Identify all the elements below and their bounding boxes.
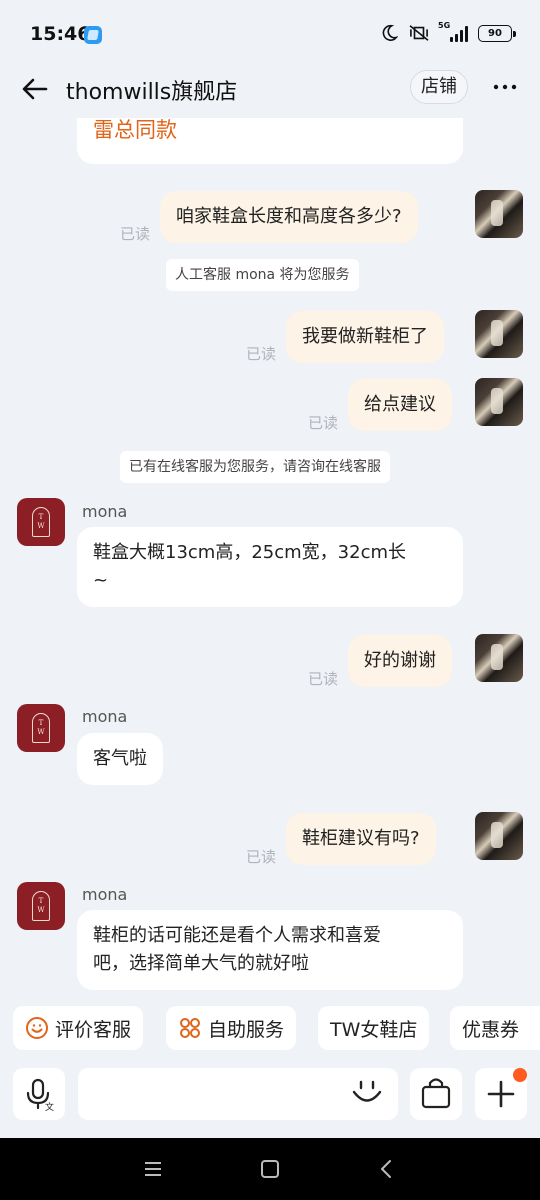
shop-avatar[interactable]: TW [17, 498, 65, 546]
more-icon[interactable] [492, 74, 518, 100]
message-bubble-outgoing[interactable]: 给点建议 [348, 379, 452, 431]
message-text: 好的谢谢 [364, 650, 436, 671]
home-icon[interactable] [259, 1158, 281, 1180]
message-bubble-outgoing[interactable]: 好的谢谢 [348, 635, 452, 687]
chat-message-list[interactable]: 雷总同款 已读 咱家鞋盒长度和高度各多少? 人工客服 mona 将为您服务 已读… [0, 118, 540, 998]
moon-icon [382, 24, 398, 41]
shop-avatar[interactable]: TW [17, 882, 65, 930]
chip-label: 评价客服 [55, 1018, 132, 1041]
shop-logo-icon: TW [32, 891, 50, 921]
user-avatar[interactable] [475, 310, 523, 358]
chip-label: TW女鞋店 [330, 1018, 418, 1041]
page-title: thomwills旗舰店 [66, 80, 238, 105]
self-service-icon [180, 1018, 200, 1038]
emoji-icon[interactable] [350, 1078, 384, 1110]
shopping-bag-icon [421, 1078, 451, 1109]
chip-label: 优惠券 [462, 1018, 520, 1041]
user-avatar[interactable] [475, 378, 523, 426]
svg-text:文: 文 [45, 1101, 54, 1113]
chat-header: thomwills旗舰店 店铺 [0, 64, 540, 118]
app-notification-icon [84, 26, 102, 44]
status-time: 15:46 [30, 23, 91, 45]
status-bar: 15:46 5G 90 [0, 0, 540, 64]
message-text-line: 鞋柜的话可能还是看个人需求和喜爱 [93, 925, 381, 946]
read-status: 已读 [246, 848, 277, 866]
sender-name: mona [82, 502, 128, 521]
chip-label: 自助服务 [208, 1018, 285, 1041]
shop-button[interactable]: 店铺 [410, 70, 468, 104]
network-label: 5G [438, 21, 451, 30]
user-avatar[interactable] [475, 634, 523, 682]
user-avatar[interactable] [475, 812, 523, 860]
vibrate-mute-icon [409, 25, 429, 41]
message-bubble-outgoing[interactable]: 我要做新鞋柜了 [286, 311, 444, 363]
shop-avatar[interactable]: TW [17, 704, 65, 752]
battery-level: 90 [488, 27, 502, 39]
sender-name: mona [82, 707, 128, 726]
system-notice: 已有在线客服为您服务，请咨询在线客服 [120, 451, 390, 483]
message-text-line: 吧，选择简单大气的就好啦 [93, 953, 309, 974]
status-icons: 5G 90 [380, 21, 516, 42]
coupon-button[interactable]: 优惠券 [450, 1006, 540, 1050]
shopping-bag-button[interactable] [410, 1068, 462, 1120]
message-text: 鞋柜建议有吗? [302, 828, 420, 849]
message-bubble-incoming[interactable]: 客气啦 [77, 733, 163, 785]
signal-icon: 5G [438, 21, 468, 42]
input-bar: 文 [0, 1066, 540, 1122]
message-text: 客气啦 [93, 748, 147, 769]
back-arrow-icon[interactable] [18, 72, 52, 106]
self-service-button[interactable]: 自助服务 [166, 1006, 297, 1050]
quick-action-bar: 评价客服 自助服务 TW女鞋店 优惠券 [0, 1006, 540, 1052]
read-status: 已读 [308, 670, 339, 688]
voice-input-button[interactable]: 文 [13, 1068, 65, 1120]
message-bubble-outgoing[interactable]: 鞋柜建议有吗? [286, 813, 436, 865]
user-avatar[interactable] [475, 190, 523, 238]
smile-icon [26, 1017, 48, 1039]
message-text-line: 鞋盒大概13cm高，25cm宽，32cm长 [93, 542, 407, 563]
message-bubble-outgoing[interactable]: 咱家鞋盒长度和高度各多少? [160, 191, 418, 243]
voice-translate-icon: 文 [26, 1078, 54, 1113]
nav-back-icon[interactable] [376, 1158, 398, 1180]
sender-name: mona [82, 885, 128, 904]
message-text: 雷总同款 [93, 118, 177, 142]
shop-logo-icon: TW [32, 507, 50, 537]
read-status: 已读 [246, 345, 277, 363]
system-notice: 人工客服 mona 将为您服务 [166, 259, 359, 291]
message-bubble-incoming[interactable]: 鞋盒大概13cm高，25cm宽，32cm长 ~ [77, 527, 463, 607]
read-status: 已读 [120, 225, 151, 243]
read-status: 已读 [308, 414, 339, 432]
system-nav-bar [0, 1138, 540, 1200]
message-bubble-incoming[interactable]: 鞋柜的话可能还是看个人需求和喜爱 吧，选择简单大气的就好啦 [77, 910, 463, 990]
menu-icon[interactable] [142, 1158, 164, 1180]
message-text: 我要做新鞋柜了 [302, 326, 428, 347]
notification-dot [513, 1068, 527, 1082]
tw-store-button[interactable]: TW女鞋店 [318, 1006, 430, 1050]
shop-logo-icon: TW [32, 713, 50, 743]
message-text: 咱家鞋盒长度和高度各多少? [176, 206, 402, 227]
rate-service-button[interactable]: 评价客服 [13, 1006, 144, 1050]
message-bubble-partial: 雷总同款 [77, 118, 463, 164]
message-text: 给点建议 [364, 394, 436, 415]
message-text-line: ~ [93, 570, 109, 591]
battery-icon: 90 [478, 24, 516, 42]
